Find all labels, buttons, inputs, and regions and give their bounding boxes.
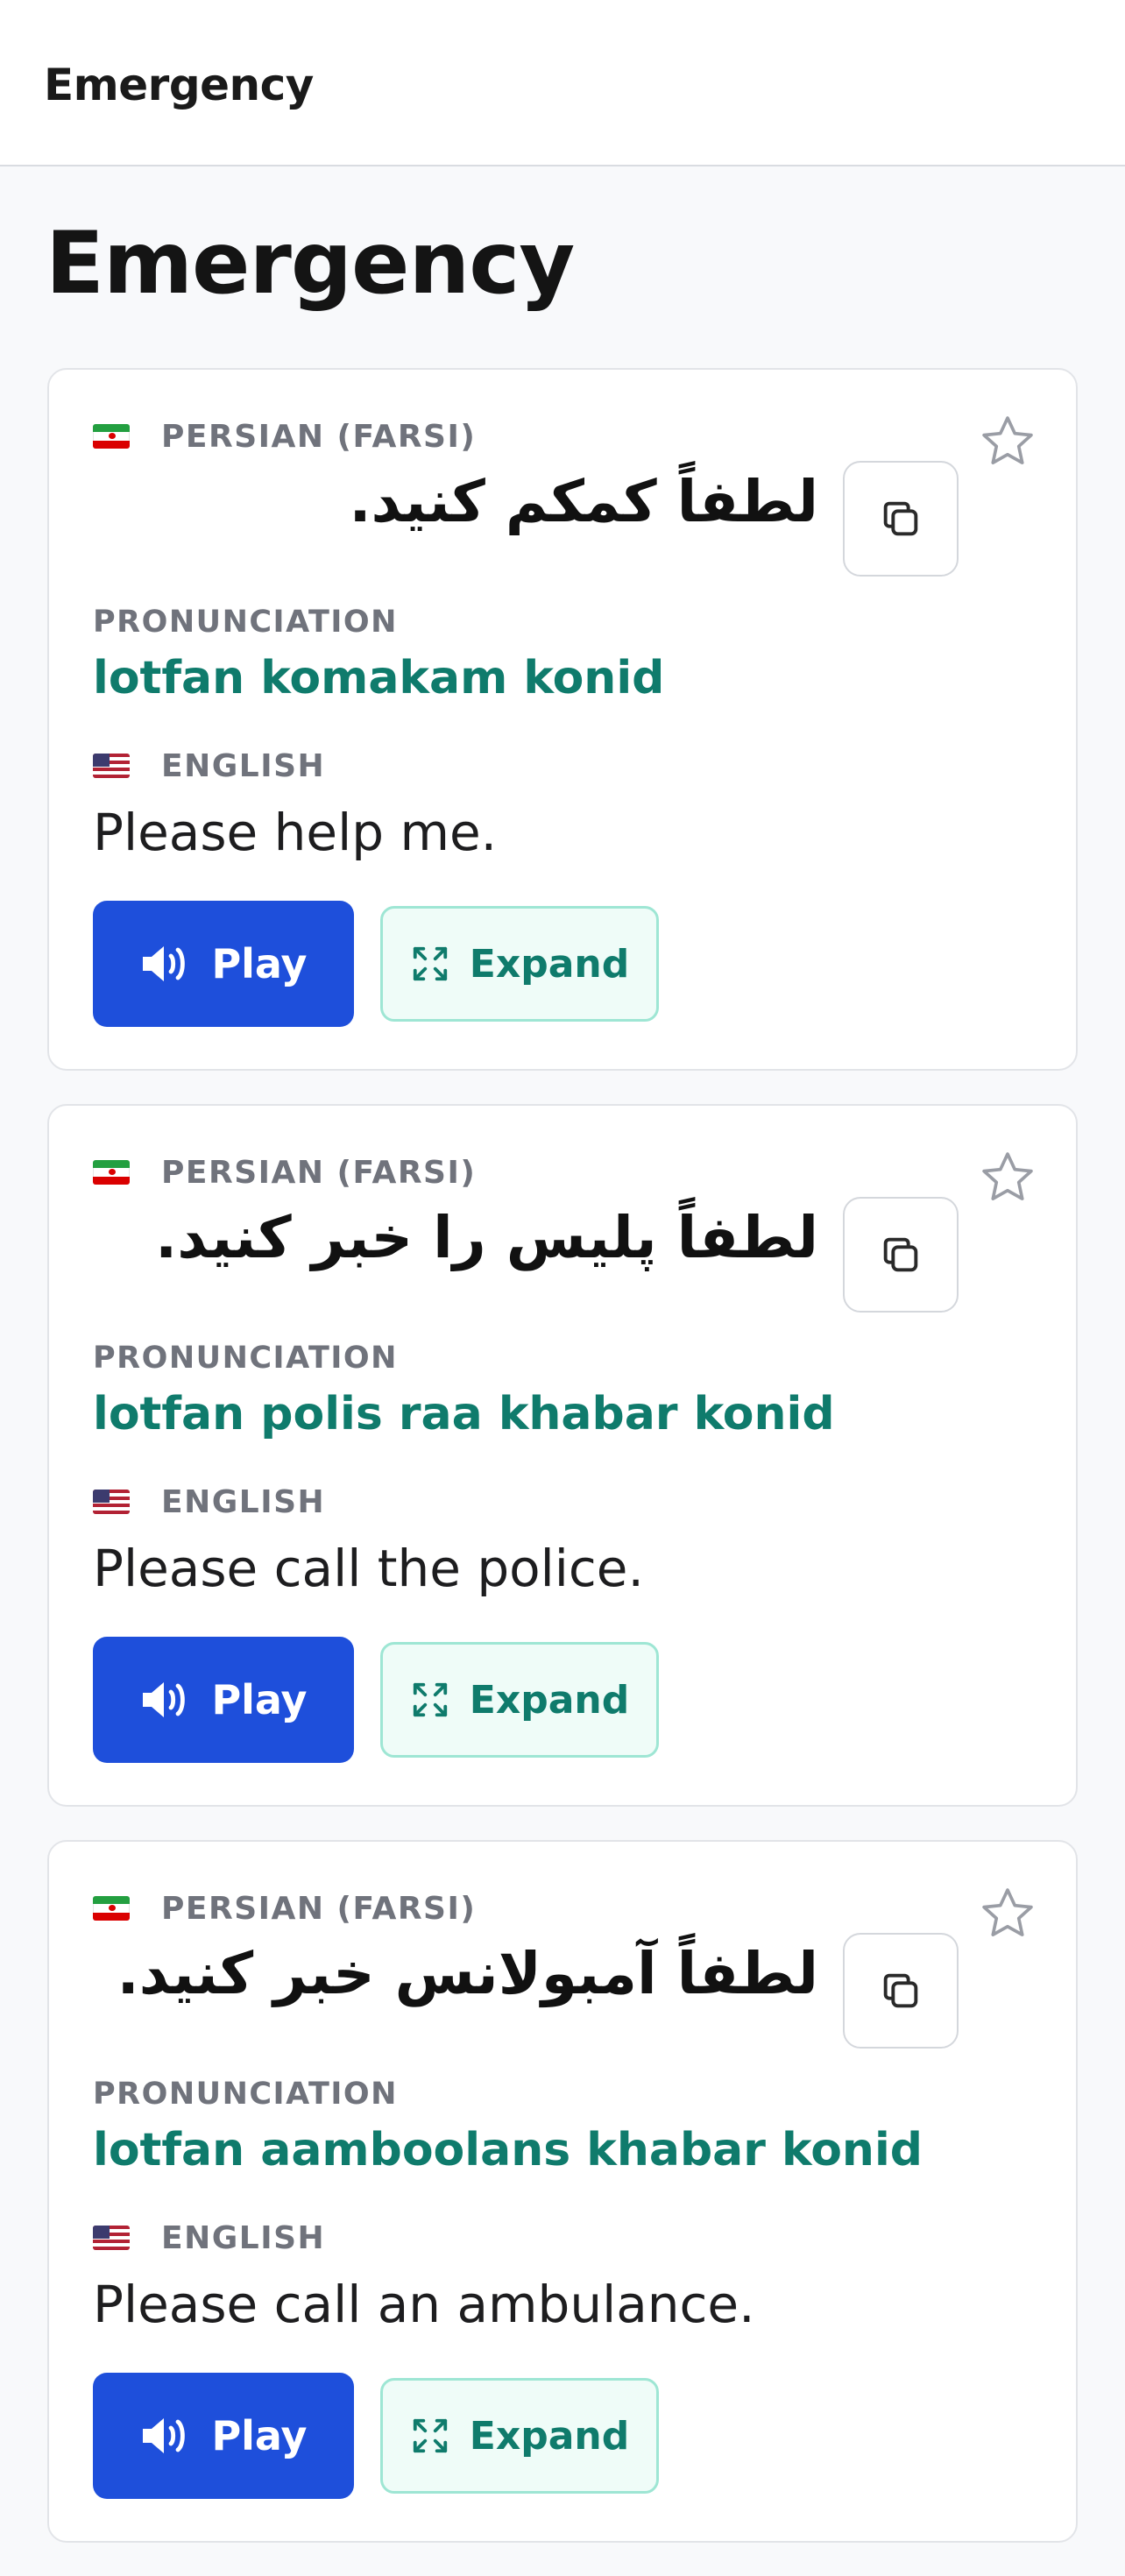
pronunciation-text: lotfan polis raa khabar konid <box>93 1388 835 1440</box>
source-language-label: PERSIAN (FARSI) <box>161 1155 477 1191</box>
phrase-card: PERSIAN (FARSI) لطفاً پلیس را خبر کنید. … <box>47 1104 1078 1807</box>
header-title: Emergency <box>44 60 314 110</box>
phrase-card: PERSIAN (FARSI) لطفاً آمبولانس خبر کنید.… <box>47 1840 1078 2543</box>
source-phrase: لطفاً پلیس را خبر کنید. <box>155 1204 818 1271</box>
expand-button-label: Expand <box>469 941 630 987</box>
favorite-button[interactable] <box>978 1148 1037 1207</box>
target-language-label: ENGLISH <box>161 1484 326 1520</box>
star-icon <box>982 1152 1033 1200</box>
copy-button[interactable] <box>843 1933 959 2049</box>
expand-button-label: Expand <box>469 1677 630 1723</box>
phrase-card: PERSIAN (FARSI) لطفاً کمکم کنید. PRONUNC… <box>47 368 1078 1071</box>
pronunciation-text: lotfan komakam konid <box>93 652 665 704</box>
translation-text: Please call the police. <box>93 1539 644 1598</box>
iran-flag-icon <box>93 1896 130 1921</box>
source-language-label: PERSIAN (FARSI) <box>161 1891 477 1927</box>
translation-text: Please call an ambulance. <box>93 2275 755 2334</box>
top-bar: Emergency <box>0 0 1125 166</box>
speaker-icon <box>143 1682 186 1717</box>
play-button-label: Play <box>211 940 308 987</box>
target-language-label: ENGLISH <box>161 748 326 784</box>
copy-icon <box>883 1973 918 2008</box>
play-button[interactable]: Play <box>93 2373 354 2499</box>
copy-icon <box>883 501 918 536</box>
pronunciation-label: PRONUNCIATION <box>93 605 398 640</box>
source-language-label: PERSIAN (FARSI) <box>161 419 477 455</box>
copy-icon <box>883 1237 918 1272</box>
play-button[interactable]: Play <box>93 1637 354 1763</box>
expand-button[interactable]: Expand <box>380 2378 659 2494</box>
star-icon <box>982 416 1033 464</box>
us-flag-icon <box>93 2226 130 2250</box>
favorite-button[interactable] <box>978 1884 1037 1943</box>
iran-flag-icon <box>93 424 130 449</box>
play-button-label: Play <box>211 1676 308 1723</box>
pronunciation-text: lotfan aamboolans khabar konid <box>93 2124 923 2176</box>
source-phrase: لطفاً کمکم کنید. <box>349 468 818 535</box>
expand-icon <box>413 1682 447 1717</box>
speaker-icon <box>143 2418 186 2453</box>
phrase-list: PERSIAN (FARSI) لطفاً کمکم کنید. PRONUNC… <box>47 368 1078 2576</box>
copy-button[interactable] <box>843 461 959 577</box>
pronunciation-label: PRONUNCIATION <box>93 2077 398 2112</box>
star-icon <box>982 1888 1033 1936</box>
source-phrase: لطفاً آمبولانس خبر کنید. <box>117 1940 818 2007</box>
favorite-button[interactable] <box>978 412 1037 471</box>
expand-button-label: Expand <box>469 2413 630 2459</box>
expand-icon <box>413 946 447 981</box>
translation-text: Please help me. <box>93 803 498 862</box>
iran-flag-icon <box>93 1160 130 1185</box>
play-button-label: Play <box>211 2412 308 2459</box>
us-flag-icon <box>93 1490 130 1514</box>
copy-button[interactable] <box>843 1197 959 1313</box>
us-flag-icon <box>93 754 130 778</box>
expand-button[interactable]: Expand <box>380 1642 659 1758</box>
pronunciation-label: PRONUNCIATION <box>93 1341 398 1376</box>
expand-button[interactable]: Expand <box>380 906 659 1022</box>
page-title: Emergency <box>46 214 575 314</box>
play-button[interactable]: Play <box>93 901 354 1027</box>
expand-icon <box>413 2418 447 2453</box>
speaker-icon <box>143 946 186 981</box>
target-language-label: ENGLISH <box>161 2220 326 2256</box>
